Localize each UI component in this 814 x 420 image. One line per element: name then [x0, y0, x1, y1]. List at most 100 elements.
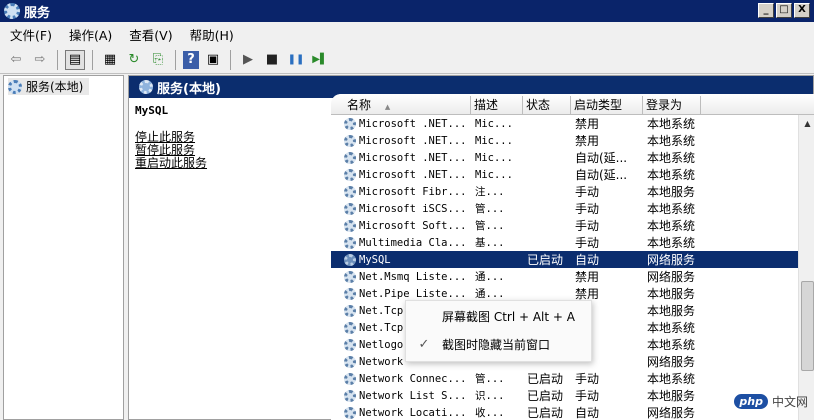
forward-icon[interactable]: ⇨ [30, 50, 50, 70]
menu-bar: 文件(F) 操作(A) 查看(V) 帮助(H) [0, 22, 814, 46]
popup-item-hide-window[interactable]: ✓ 截图时隐藏当前窗口 [406, 334, 593, 354]
service-gear-icon [344, 355, 356, 368]
column-status[interactable]: 状态 [523, 96, 571, 114]
sort-ascending-icon: ▲ [384, 103, 391, 111]
scroll-up-icon[interactable]: ▲ [799, 115, 814, 132]
popup-item-label: 屏幕截图 Ctrl + Alt + A [442, 309, 575, 324]
service-name-cell: Microsoft .NET... [344, 134, 471, 147]
service-startup-type-cell: 禁用 [575, 117, 600, 131]
service-row[interactable]: Microsoft Fibr... 注... 手动 本地服务 [331, 183, 801, 200]
php-logo: php [734, 394, 768, 409]
service-log-on-as-cell: 本地系统 [647, 219, 696, 233]
service-row[interactable]: Microsoft Soft... 管... 手动 本地系统 [331, 217, 801, 234]
popup-item-screenshot[interactable]: 屏幕截图 Ctrl + Alt + A [406, 306, 593, 326]
restart-icon[interactable]: ▶▌ [310, 50, 330, 70]
properties-icon[interactable]: ▦ [100, 50, 120, 70]
column-startup-type[interactable]: 启动类型 [571, 96, 643, 114]
toolbar-divider [175, 49, 176, 70]
services-gear-icon [8, 79, 22, 94]
service-name-cell: Network List S... [344, 389, 471, 402]
service-row[interactable]: Net.Msmq Liste... 通... 禁用 网络服务 [331, 268, 801, 285]
service-gear-icon [344, 219, 356, 232]
column-description[interactable]: 描述 [471, 96, 523, 114]
service-description-panel: MySQL 停止此服务 暂停此服务 重启动此服务 [135, 104, 325, 170]
service-log-on-as-cell: 本地系统 [647, 321, 696, 335]
maximize-button[interactable]: □ [776, 3, 792, 18]
service-gear-icon [344, 134, 356, 147]
minimize-button[interactable]: _ [758, 3, 774, 18]
pane-header-title: 服务(本地) [157, 81, 221, 97]
service-startup-type-cell: 自动 [575, 253, 600, 267]
service-startup-type-cell: 禁用 [575, 134, 600, 148]
view-icon[interactable]: ▣ [203, 50, 223, 70]
service-description-cell: 基... [475, 237, 505, 249]
menu-action[interactable]: 操作(A) [69, 25, 112, 44]
service-name-cell: Network Locati... [344, 406, 471, 419]
pause-icon[interactable]: ❚❚ [286, 50, 306, 70]
start-icon[interactable]: ▶ [238, 50, 258, 70]
service-row[interactable]: Network Locati... 收... 已启动 自动 网络服务 [331, 404, 801, 420]
service-gear-icon [344, 338, 356, 351]
service-gear-icon [344, 287, 356, 300]
column-log-on-as[interactable]: 登录为 [643, 96, 701, 114]
service-name-cell: Net.Pipe Liste... [344, 287, 471, 300]
service-row[interactable]: Microsoft .NET... Mic... 自动(延... 本地系统 [331, 166, 801, 183]
service-startup-type-cell: 手动 [575, 202, 600, 216]
service-name-label: Network List S... [359, 389, 467, 402]
service-name-label: Netlogo [359, 338, 404, 351]
service-gear-icon [344, 168, 356, 181]
service-gear-icon [344, 236, 356, 249]
check-icon: ✓ [418, 336, 430, 352]
scroll-thumb[interactable] [801, 281, 814, 371]
service-row[interactable]: Multimedia Cla... 基... 手动 本地系统 [331, 234, 801, 251]
vertical-scrollbar[interactable]: ▲ [798, 115, 814, 420]
menu-help[interactable]: 帮助(H) [190, 25, 234, 44]
help-icon[interactable]: ? [183, 50, 199, 69]
services-gear-icon [139, 80, 153, 94]
service-name-label: Microsoft Soft... [359, 219, 467, 232]
service-row[interactable]: MySQL 已启动 自动 网络服务 [331, 251, 801, 268]
service-log-on-as-cell: 本地系统 [647, 151, 696, 165]
service-name-label: Microsoft .NET... [359, 151, 467, 164]
service-description-cell: 识... [475, 390, 505, 402]
service-name-cell: Microsoft .NET... [344, 151, 471, 164]
column-name[interactable]: 名称 ▲ [344, 96, 471, 114]
service-row[interactable]: Microsoft .NET... Mic... 禁用 本地系统 [331, 115, 801, 132]
service-row[interactable]: Microsoft .NET... Mic... 自动(延... 本地系统 [331, 149, 801, 166]
refresh-icon[interactable]: ↻ [124, 50, 144, 70]
service-row[interactable]: Network Connec... 管... 已启动 手动 本地系统 [331, 370, 801, 387]
console-tree-icon[interactable]: ▤ [65, 49, 85, 70]
service-log-on-as-cell: 本地系统 [647, 338, 696, 352]
column-name-label: 名称 [347, 98, 372, 112]
back-icon[interactable]: ⇦ [6, 50, 26, 70]
service-log-on-as-cell: 本地服务 [647, 287, 696, 301]
service-gear-icon [344, 253, 356, 266]
service-startup-type-cell: 手动 [575, 219, 600, 233]
selected-service-name: MySQL [135, 104, 169, 117]
service-name-cell: Microsoft iSCS... [344, 202, 471, 215]
export-icon[interactable]: ⎘ [148, 50, 168, 70]
services-pane: 服务(本地) MySQL 停止此服务 暂停此服务 重启动此服务 名称 ▲ 描述 … [128, 75, 814, 420]
service-gear-icon [344, 185, 356, 198]
service-log-on-as-cell: 本地系统 [647, 117, 696, 131]
service-name-cell: Microsoft Fibr... [344, 185, 471, 198]
service-name-cell: Multimedia Cla... [344, 236, 471, 249]
service-description-cell: 通... [475, 288, 505, 300]
toolbar-divider [92, 49, 93, 70]
menu-file[interactable]: 文件(F) [10, 25, 52, 44]
service-startup-type-cell: 自动(延... [575, 168, 628, 182]
service-row[interactable]: Microsoft iSCS... 管... 手动 本地系统 [331, 200, 801, 217]
stop-icon[interactable]: ■ [262, 50, 282, 70]
restart-service-link[interactable]: 重启动此服务 [135, 157, 325, 170]
service-row[interactable]: Network List S... 识... 已启动 手动 本地服务 [331, 387, 801, 404]
service-name-cell: MySQL [344, 253, 471, 266]
service-name-label: Net.Pipe Liste... [359, 287, 467, 300]
services-gear-icon [4, 3, 20, 19]
close-button[interactable]: X [794, 3, 810, 18]
menu-view[interactable]: 查看(V) [129, 25, 172, 44]
service-description-cell: 通... [475, 271, 505, 283]
tree-item-services-local[interactable]: 服务(本地) [8, 78, 90, 95]
service-row[interactable]: Microsoft .NET... Mic... 禁用 本地系统 [331, 132, 801, 149]
service-status-cell: 已启动 [527, 253, 564, 267]
service-name-label: MySQL [359, 253, 391, 266]
